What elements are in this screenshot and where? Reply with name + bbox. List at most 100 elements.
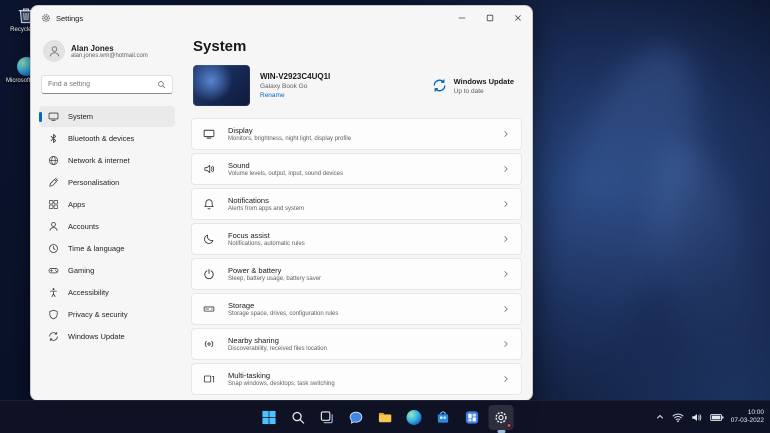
wallpaper-glow xyxy=(632,133,770,388)
search-input[interactable] xyxy=(48,81,157,88)
file-explorer-button[interactable] xyxy=(373,405,398,430)
volume-icon xyxy=(691,412,703,423)
sidebar-item-network-internet[interactable]: Network & internet xyxy=(39,150,175,171)
privacy-security-icon xyxy=(48,309,59,320)
chevron-right-icon xyxy=(502,340,510,348)
nearby-sharing-icon xyxy=(203,338,215,350)
store-button[interactable] xyxy=(431,405,456,430)
battery-icon xyxy=(710,413,724,422)
user-profile[interactable]: Alan Jones alan.jones.wm@hotmail.com xyxy=(39,38,175,64)
titlebar: Settings xyxy=(31,6,532,30)
battery-tray-button[interactable] xyxy=(710,413,724,422)
device-thumbnail xyxy=(193,65,250,106)
settings-row-notifications[interactable]: NotificationsAlerts from apps and system xyxy=(191,188,522,220)
device-model: Galaxy Book Go xyxy=(260,83,330,90)
chat-icon xyxy=(349,410,364,425)
sidebar-item-apps[interactable]: Apps xyxy=(39,194,175,215)
chevron-right-icon xyxy=(502,200,510,208)
task-view-button[interactable] xyxy=(315,405,340,430)
taskbar-clock[interactable]: 10:00 07-03-2022 xyxy=(731,409,764,426)
sidebar-item-privacy-security[interactable]: Privacy & security xyxy=(39,304,175,325)
bluetooth-icon xyxy=(48,133,59,144)
accounts-icon xyxy=(48,221,59,232)
sidebar-item-label: Privacy & security xyxy=(68,310,128,319)
sidebar-item-bluetooth-devices[interactable]: Bluetooth & devices xyxy=(39,128,175,149)
sidebar-item-accessibility[interactable]: Accessibility xyxy=(39,282,175,303)
settings-row-storage[interactable]: StorageStorage space, drives, configurat… xyxy=(191,293,522,325)
edge-button[interactable] xyxy=(402,405,427,430)
settings-list: DisplayMonitors, brightness, night light… xyxy=(191,118,522,395)
main-content: System WIN-V2923C4UQ1I Galaxy Book Go Re… xyxy=(181,30,532,400)
settings-row-nearby-sharing[interactable]: Nearby sharingDiscoverability, received … xyxy=(191,328,522,360)
settings-taskbar-button[interactable] xyxy=(489,405,514,430)
sound-icon xyxy=(203,163,215,175)
settings-row-multi-tasking[interactable]: Multi-taskingSnap windows, desktops, tas… xyxy=(191,363,522,395)
sidebar-item-label: Network & internet xyxy=(68,156,130,165)
search-icon[interactable] xyxy=(157,80,166,89)
chevron-right-icon xyxy=(502,375,510,383)
widgets-button[interactable] xyxy=(460,405,485,430)
display-icon xyxy=(203,128,215,140)
sidebar-item-label: Accounts xyxy=(68,222,99,231)
sidebar-item-label: System xyxy=(68,112,93,121)
device-header: WIN-V2923C4UQ1I Galaxy Book Go Rename Wi… xyxy=(193,65,520,106)
sidebar-item-system[interactable]: System xyxy=(39,106,175,127)
multi-tasking-icon xyxy=(203,373,215,385)
settings-window: Settings Alan Jones alan.jones.wm@hotmai… xyxy=(30,5,533,401)
update-title: Windows Update xyxy=(454,77,514,86)
sidebar-item-personalisation[interactable]: Personalisation xyxy=(39,172,175,193)
chevron-up-icon xyxy=(655,412,665,422)
sidebar-item-windows-update[interactable]: Windows Update xyxy=(39,326,175,347)
focus-assist-icon xyxy=(203,233,215,245)
windows-logo-icon xyxy=(262,410,277,425)
maximize-button[interactable] xyxy=(476,6,504,30)
chat-button[interactable] xyxy=(344,405,369,430)
gear-icon xyxy=(494,410,509,425)
power-battery-icon xyxy=(203,268,215,280)
settings-row-sound[interactable]: SoundVolume levels, output, input, sound… xyxy=(191,153,522,185)
personalisation-icon xyxy=(48,177,59,188)
sidebar-item-label: Time & language xyxy=(68,244,124,253)
clock-time: 10:00 xyxy=(748,409,764,417)
network-icon xyxy=(48,155,59,166)
widgets-icon xyxy=(465,410,480,425)
avatar xyxy=(43,40,65,62)
settings-row-focus-assist[interactable]: Focus assistNotifications, automatic rul… xyxy=(191,223,522,255)
device-name: WIN-V2923C4UQ1I xyxy=(260,72,330,81)
user-email: alan.jones.wm@hotmail.com xyxy=(71,53,148,59)
sidebar-item-label: Gaming xyxy=(68,266,94,275)
chevron-right-icon xyxy=(502,235,510,243)
close-button[interactable] xyxy=(504,6,532,30)
storage-icon xyxy=(203,303,215,315)
edge-icon xyxy=(407,410,422,425)
search-box xyxy=(41,75,173,94)
sidebar-item-label: Windows Update xyxy=(68,332,125,341)
clock-date: 07-03-2022 xyxy=(731,417,764,425)
notification-badge xyxy=(507,423,512,428)
settings-row-display[interactable]: DisplayMonitors, brightness, night light… xyxy=(191,118,522,150)
apps-icon xyxy=(48,199,59,210)
chevron-right-icon xyxy=(502,305,510,313)
windows-update-icon xyxy=(432,78,447,93)
network-tray-button[interactable] xyxy=(672,412,684,423)
store-icon xyxy=(436,410,451,425)
windows-update-status[interactable]: Windows Update Up to date xyxy=(432,77,514,95)
sidebar-item-time-language[interactable]: Time & language xyxy=(39,238,175,259)
minimize-button[interactable] xyxy=(448,6,476,30)
tray-expand-button[interactable] xyxy=(655,412,665,422)
sidebar-item-gaming[interactable]: Gaming xyxy=(39,260,175,281)
rename-link[interactable]: Rename xyxy=(260,92,330,99)
settings-app-icon xyxy=(41,13,51,23)
window-title: Settings xyxy=(56,14,83,23)
volume-tray-button[interactable] xyxy=(691,412,703,423)
taskbar-search-button[interactable] xyxy=(286,405,311,430)
chevron-right-icon xyxy=(502,165,510,173)
sidebar-item-label: Apps xyxy=(68,200,85,209)
wallpaper-glow xyxy=(512,30,728,381)
task-view-icon xyxy=(320,410,335,425)
settings-row-power-battery[interactable]: Power & batterySleep, battery usage, bat… xyxy=(191,258,522,290)
sidebar-item-accounts[interactable]: Accounts xyxy=(39,216,175,237)
update-status: Up to date xyxy=(454,88,514,95)
start-button[interactable] xyxy=(257,405,282,430)
sidebar: Alan Jones alan.jones.wm@hotmail.com Sys… xyxy=(31,30,181,400)
